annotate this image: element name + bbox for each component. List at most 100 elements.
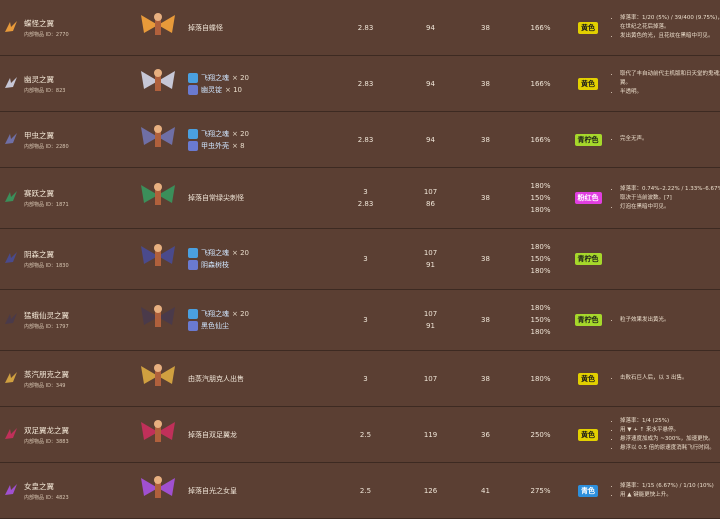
notes-cell	[608, 228, 720, 290]
horizontal-speed-cell: 94	[403, 111, 458, 168]
wing-icon-cell	[0, 462, 22, 519]
notes-list: 掉落率：0.74%–2.22% / 1.33%–6.67%，取决于当前波数。[7…	[612, 185, 720, 212]
ingredient-name[interactable]: 阴森树枝	[201, 260, 229, 270]
table-row: 双足翼龙之翼内部物品 ID：3883 掉落自双足翼龙 2.5 119 36 250% 黄色 掉…	[0, 406, 720, 463]
rarity-badge[interactable]: 青色	[578, 484, 598, 497]
notes-cell: 完全无声。	[608, 111, 720, 168]
source-text[interactable]: 掉落自双足翼龙	[188, 431, 237, 439]
horizontal-speed-cell: 107 91	[403, 289, 458, 351]
source-text[interactable]: 掉落自常绿尖刺怪	[188, 194, 244, 202]
rarity-badge[interactable]: 青柠色	[574, 133, 602, 146]
wing-name[interactable]: 蒸汽朋克之翼	[24, 369, 132, 380]
notes-cell: 取代了丰自动前代主机版和日天堂的鬼魂之翼。半透明。	[608, 55, 720, 112]
internal-id-value: 823	[55, 87, 66, 94]
ingredient-name[interactable]: 飞翔之魂	[201, 73, 229, 83]
crafting-ingredient: 飞翔之魂 × 20	[188, 248, 328, 258]
stat-value: 107	[423, 374, 438, 383]
rarity-badge[interactable]: 青柠色	[574, 253, 602, 265]
internal-id: 内部物品 ID：823	[24, 87, 132, 94]
stat-value: 94	[426, 135, 435, 144]
wing-name[interactable]: 蝶怪之翼	[24, 18, 132, 29]
wing-name[interactable]: 阴森之翼	[24, 249, 132, 260]
horizontal-speed-cell: 107 91	[403, 228, 458, 290]
source-cell: 掉落自光之女皇	[184, 462, 328, 519]
flight-time-cell: 3 2.83	[328, 167, 403, 229]
notes-cell: 掉落率：1/20 (5%) / 39/400 (9.75%)，仅在世纪之花后掉落…	[608, 0, 720, 56]
rarity-badge[interactable]: 青柠色	[574, 314, 602, 326]
ingredient-qty: × 8	[232, 141, 245, 150]
stat-value: 38	[481, 374, 490, 383]
table-row: 阴森之翼 内部物品 ID：1830 飞翔之魂 × 20 阴森树枝 3 107 91 38 180%…	[0, 228, 720, 290]
rarity-badge[interactable]: 黄色	[578, 372, 598, 385]
rarity-badge[interactable]: 黄色	[578, 428, 598, 441]
ingredient-qty: × 20	[232, 310, 249, 318]
note-item: 灯泡在黑暗中可见。	[620, 203, 720, 212]
note-item: 用 ▲ 键能更快上升。	[620, 491, 720, 500]
wings-table: 蝶怪之翼内部物品 ID：2770掉落自蝶怪2.839438166%黄色掉落率：1…	[0, 0, 720, 519]
horizontal-speed-cell: 107	[403, 350, 458, 407]
source-cell: 飞翔之魂 × 20 甲虫外壳 × 8	[184, 111, 328, 168]
internal-id-value: 2770	[55, 31, 69, 38]
internal-id-value: 1797	[55, 324, 69, 330]
wing-icon	[5, 313, 17, 324]
internal-id: 内部物品 ID：4823	[24, 494, 132, 501]
internal-id-label: 内部物品 ID：	[24, 438, 56, 445]
source-text[interactable]: 掉落自蝶怪	[188, 24, 223, 32]
rarity-badge[interactable]: 粉红色	[574, 192, 602, 204]
internal-id-value: 1830	[55, 263, 69, 269]
wing-icon	[5, 483, 17, 495]
stat-value: 180%	[530, 304, 551, 312]
internal-id-label: 内部物品 ID：	[24, 324, 56, 330]
wing-name[interactable]: 猛蛾仙灵之翼	[24, 310, 132, 321]
wing-name[interactable]: 幽灵之翼	[24, 74, 132, 85]
horizontal-speed-cell: 107 86	[403, 167, 458, 229]
wing-name-cell: 女皇之翼内部物品 ID：4823	[22, 462, 132, 519]
ingredient-name[interactable]: 飞翔之魂	[201, 129, 229, 139]
wing-name[interactable]: 甲虫之翼	[24, 130, 132, 141]
ingredient-name[interactable]: 幽灵锭	[201, 85, 222, 95]
player-sprite-cell	[132, 289, 184, 351]
note-item: 掉落率：1/4 (25%)	[620, 417, 720, 426]
note-item: 半透明。	[620, 88, 720, 97]
wing-icon-cell	[0, 289, 22, 351]
vertical-speed-cell: 41	[458, 462, 513, 519]
wing-name[interactable]: 双足翼龙之翼	[24, 425, 132, 436]
table-row: 赛跃之翼 内部物品 ID：1871 掉落自常绿尖刺怪 3 2.83 107 86 38 180%…	[0, 167, 720, 229]
ingredient-name[interactable]: 甲虫外壳	[201, 141, 229, 151]
vertical-speed-cell: 36	[458, 406, 513, 463]
stat-value: 166%	[530, 79, 551, 88]
stat-value: 3	[363, 255, 368, 263]
table-row: 女皇之翼内部物品 ID：4823 掉落自光之女皇 2.5 126 41 275% 青色 掉落率…	[0, 462, 720, 519]
ingredient-name[interactable]: 黑色仙尘	[201, 321, 229, 331]
stat-value: 180%	[530, 206, 551, 214]
stat-value: 250%	[530, 430, 551, 439]
flight-time-cell: 2.83	[328, 111, 403, 168]
vertical-speed-cell: 38	[458, 350, 513, 407]
ingredient-name[interactable]: 飞翔之魂	[201, 248, 229, 258]
soul-of-flight-icon	[188, 72, 198, 83]
rarity-badge[interactable]: 黄色	[578, 77, 598, 90]
stat-value: 150%	[530, 255, 551, 263]
source-text[interactable]: 由蒸汽朋克人出售	[188, 375, 244, 383]
notes-list: 击败石巨人后，以 3 出售。	[612, 374, 720, 383]
player-sprite-cell	[132, 111, 184, 168]
stat-value: 2.83	[357, 200, 374, 208]
rarity-badge[interactable]: 黄色	[578, 21, 598, 34]
stat-value: 180%	[530, 267, 551, 275]
player-with-wings-sprite	[141, 305, 175, 327]
source-cell: 由蒸汽朋克人出售	[184, 350, 328, 407]
stat-value: 38	[481, 79, 490, 88]
wing-name[interactable]: 女皇之翼	[24, 481, 132, 492]
source-text[interactable]: 掉落自光之女皇	[188, 487, 237, 495]
notes-list: 掉落率：1/20 (5%) / 39/400 (9.75%)，仅在世纪之花后掉落…	[612, 14, 720, 41]
ingredient-qty: × 20	[232, 129, 249, 138]
player-sprite-cell	[132, 462, 184, 519]
wing-name[interactable]: 赛跃之翼	[24, 188, 132, 199]
material-icon	[188, 140, 198, 151]
player-sprite-cell	[132, 167, 184, 229]
source-cell: 飞翔之魂 × 20 幽灵锭 × 10	[184, 55, 328, 112]
ingredient-name[interactable]: 飞翔之魂	[201, 309, 229, 319]
material-icon	[188, 260, 198, 270]
rarity-cell: 粉红色	[568, 167, 608, 229]
rarity-cell: 青柠色	[568, 289, 608, 351]
